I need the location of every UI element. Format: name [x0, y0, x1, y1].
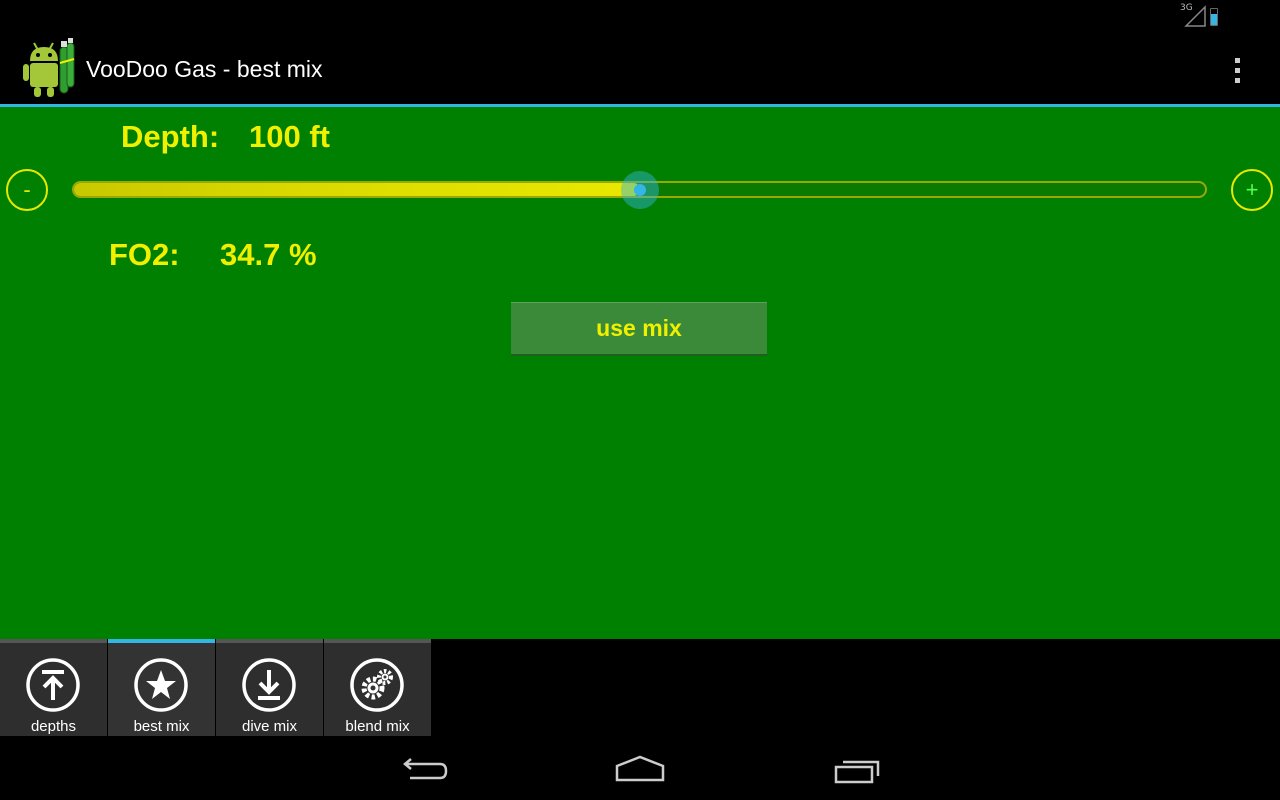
home-icon[interactable]: [612, 754, 668, 786]
arrow-up-to-line-icon: [26, 658, 80, 712]
app-title: VooDoo Gas - best mix: [86, 56, 323, 82]
fo2-label: FO2:: [109, 237, 180, 272]
depth-value: 100 ft: [249, 119, 330, 154]
depth-slider-fill: [74, 183, 640, 196]
main-panel: Depth: 100 ft - + FO2: 34.7 % use mix: [0, 107, 1280, 639]
tab-best-mix[interactable]: best mix: [108, 639, 215, 736]
recents-icon[interactable]: [830, 754, 886, 786]
battery-icon: [1210, 8, 1218, 26]
decrease-depth-button[interactable]: -: [6, 169, 48, 211]
tab-label: blend mix: [345, 718, 410, 735]
slider-thumb-dot: [633, 184, 646, 196]
tab-blend-mix[interactable]: blend mix: [324, 639, 431, 736]
tab-bar: depths best mix dive mix blend mix: [0, 639, 1280, 736]
tab-dive-mix[interactable]: dive mix: [216, 639, 323, 736]
minus-icon: -: [23, 177, 31, 202]
app-screen: 3G VooDoo Gas - best mix Depth: 100 ft -…: [0, 0, 1280, 800]
depth-label: Depth:: [121, 119, 220, 154]
network-type: 3G: [1180, 3, 1193, 13]
tab-label: dive mix: [241, 718, 297, 735]
arrow-down-to-line-icon: [242, 658, 296, 712]
tab-depths[interactable]: depths: [0, 639, 107, 736]
battery-level: [1211, 13, 1217, 25]
status-bar: 3G: [0, 0, 1280, 33]
action-bar: VooDoo Gas - best mix: [0, 33, 1280, 105]
increase-depth-button[interactable]: +: [1231, 169, 1273, 211]
fo2-value: 34.7 %: [220, 237, 317, 272]
overflow-menu-icon[interactable]: [1224, 53, 1250, 87]
gears-icon: [350, 658, 404, 712]
signal-icon: 3G: [1180, 3, 1206, 27]
use-mix-button[interactable]: use mix: [511, 302, 767, 356]
back-icon[interactable]: [396, 754, 452, 786]
star-icon: [134, 658, 188, 712]
tab-label: depths: [30, 718, 77, 735]
navigation-bar: [0, 736, 1280, 800]
plus-icon: +: [1245, 177, 1259, 202]
depth-slider-thumb[interactable]: [620, 171, 659, 209]
tab-label: best mix: [133, 718, 190, 735]
android-diver-icon[interactable]: [22, 37, 76, 99]
status-icons: 3G: [1180, 3, 1218, 27]
